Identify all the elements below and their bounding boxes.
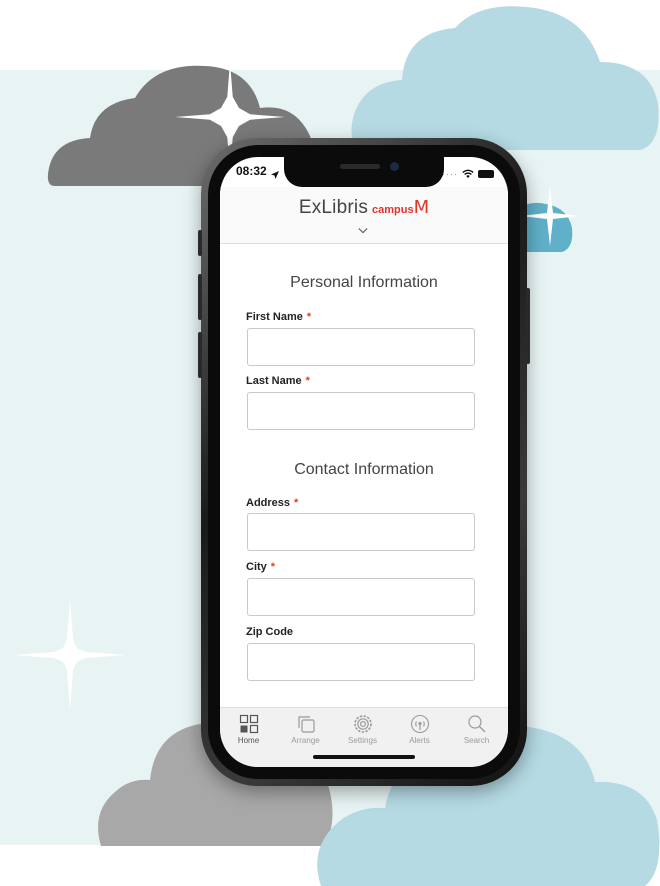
required-marker: * [294, 497, 299, 509]
phone-side-button [198, 230, 202, 256]
required-marker: * [305, 375, 310, 387]
tab-home-label: Home [237, 736, 260, 745]
required-marker: * [306, 311, 312, 323]
tab-alerts[interactable]: Alerts [391, 708, 448, 752]
phone-screen: 08:32 ···· ExLibris campusM Personal Inf… [220, 157, 508, 767]
location-arrow-icon [271, 166, 279, 184]
section-title-contact: Contact Information [294, 461, 434, 478]
home-grid-icon [239, 714, 258, 734]
address-input[interactable] [247, 513, 475, 551]
gear-icon [353, 715, 372, 733]
last-name-input[interactable] [247, 392, 475, 430]
last-name-label-text: Last Name [246, 375, 302, 387]
address-label: Address * [246, 497, 298, 509]
logo-campus-text: campus [372, 204, 414, 216]
front-camera [390, 162, 399, 171]
section-title-personal: Personal Information [290, 274, 438, 291]
zip-code-label-text: Zip Code [246, 626, 294, 638]
tab-home[interactable]: Home [220, 708, 277, 752]
address-label-text: Address [246, 497, 291, 509]
search-icon [467, 715, 485, 733]
blue-cloud-top [351, 6, 659, 150]
broadcast-icon [410, 714, 429, 734]
tab-search-label: Search [463, 736, 490, 745]
first-name-label-text: First Name [246, 311, 303, 323]
status-indicators: ···· [442, 165, 494, 183]
battery-icon [478, 170, 494, 178]
speaker [340, 164, 380, 169]
status-time: 08:32 [236, 164, 267, 178]
city-label: City * [246, 561, 275, 573]
sparkle-left [14, 600, 126, 710]
logo-m-text: M [413, 197, 430, 218]
sparkle-right [520, 186, 580, 246]
tab-arrange-label: Arrange [291, 736, 320, 745]
tab-search[interactable]: Search [448, 708, 505, 752]
tab-settings[interactable]: Settings [334, 708, 391, 752]
city-input[interactable] [247, 578, 475, 616]
tab-settings-label: Settings [348, 736, 377, 745]
last-name-label: Last Name * [246, 375, 310, 387]
phone-volume-up [198, 274, 202, 320]
first-name-input[interactable] [247, 328, 475, 366]
home-indicator[interactable] [313, 755, 415, 759]
tab-alerts-label: Alerts [409, 736, 430, 745]
wifi-icon [462, 165, 474, 183]
zip-code-input[interactable] [247, 643, 475, 681]
signal-dots-icon: ···· [442, 169, 458, 179]
chevron-down-icon[interactable] [358, 226, 368, 236]
phone-frame: 08:32 ···· ExLibris campusM Personal Inf… [198, 138, 530, 786]
required-marker: * [270, 561, 276, 573]
zip-code-label: Zip Code [246, 626, 293, 638]
logo-exlibris-text: ExLibris [298, 197, 369, 218]
city-label-text: City [246, 561, 267, 573]
notch [284, 157, 444, 187]
phone-volume-down [198, 332, 202, 378]
arrange-icon [297, 716, 315, 733]
tab-arrange[interactable]: Arrange [277, 708, 334, 752]
phone-power-button [526, 288, 530, 364]
app-header: ExLibris campusM [220, 187, 508, 244]
exlibris-campusm-logo: ExLibris campusM [220, 197, 508, 219]
first-name-label: First Name * [246, 311, 311, 323]
